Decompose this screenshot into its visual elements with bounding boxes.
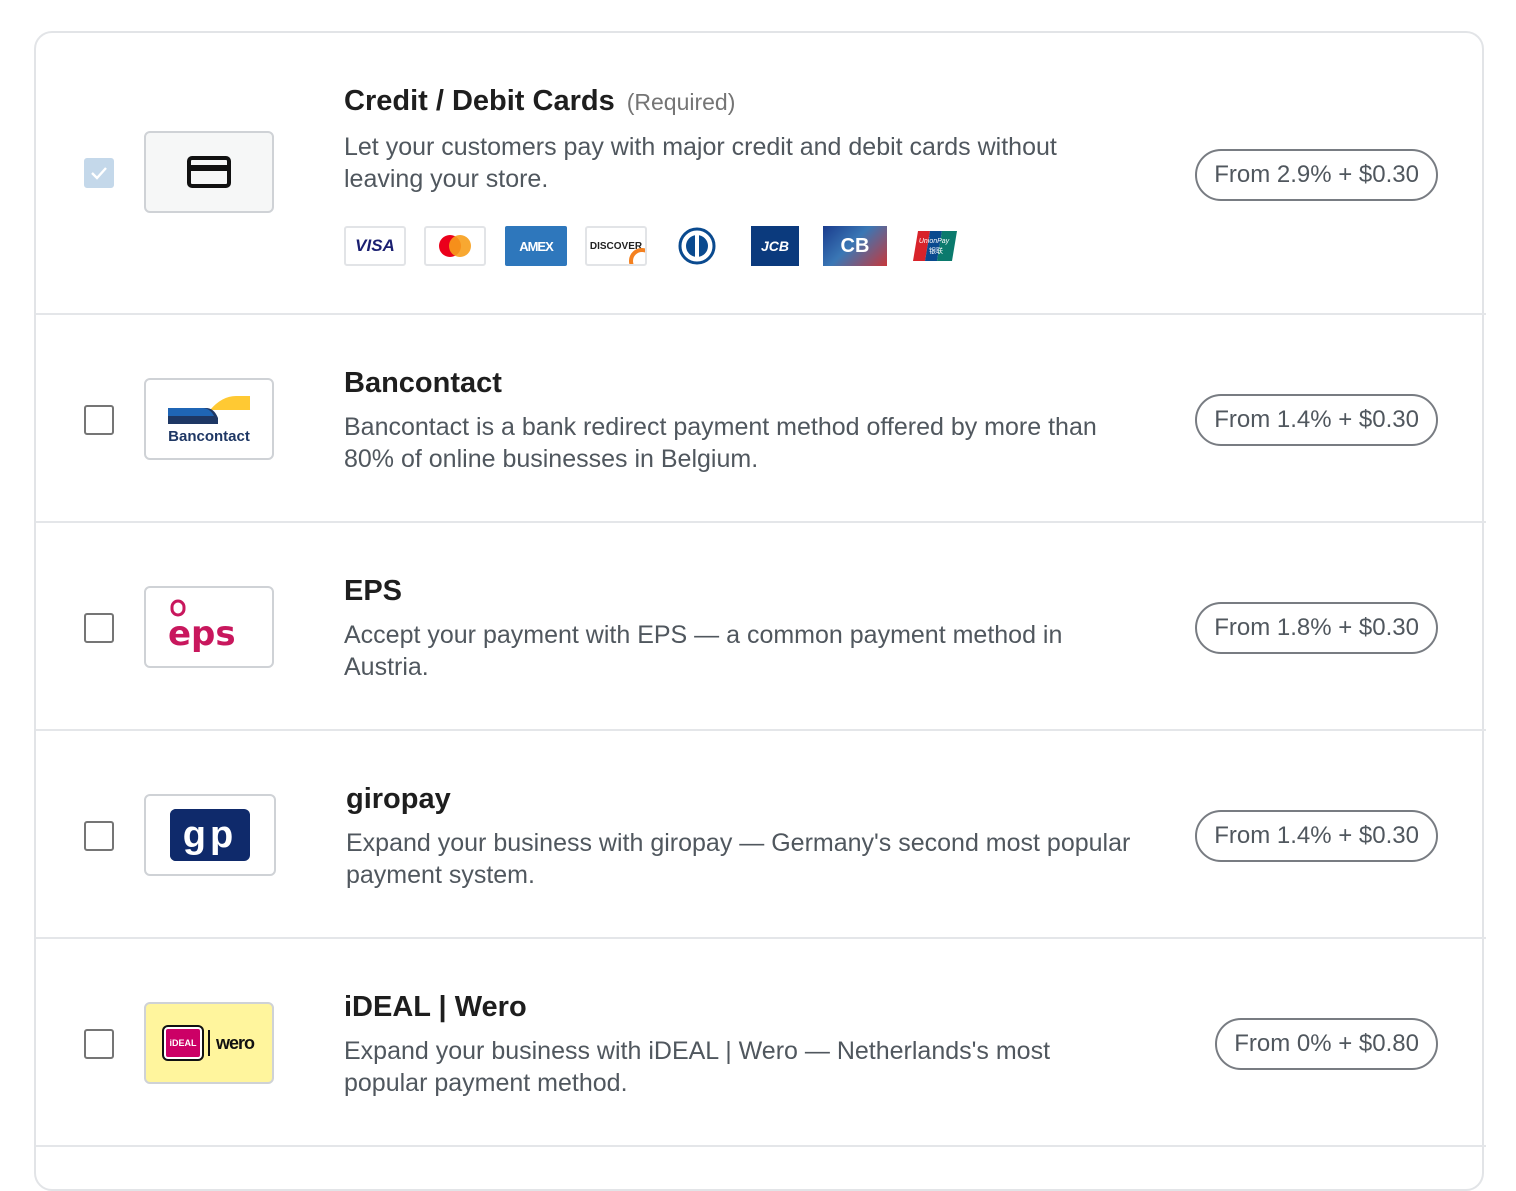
card-title: Credit / Debit Cards (Required) bbox=[344, 85, 736, 117]
giropay-price-badge: From 1.4% + $0.30 bbox=[1195, 810, 1438, 862]
payment-method-eps-row: eps EPS Accept your payment with EPS — a… bbox=[36, 523, 1486, 731]
eps-lock-icon: eps bbox=[168, 599, 236, 654]
unionpay-text: UnionPay bbox=[919, 238, 950, 245]
bancontact-price-badge: From 1.4% + $0.30 bbox=[1195, 394, 1438, 446]
ideal-logo: iDEAL wero bbox=[144, 1002, 274, 1084]
visa-text: VISA bbox=[355, 236, 395, 255]
eps-title: EPS bbox=[344, 575, 403, 607]
bancontact-title: Bancontact bbox=[344, 367, 502, 399]
card-price-badge: From 2.9% + $0.30 bbox=[1195, 149, 1438, 201]
unionpay-cn-text: 银联 bbox=[929, 246, 943, 255]
ideal-description: Expand your business with iDEAL | Wero —… bbox=[344, 1037, 1051, 1097]
card-description: Let your customers pay with major credit… bbox=[344, 133, 1057, 193]
wero-logo-text: wero bbox=[215, 1032, 255, 1053]
giropay-title: giropay bbox=[346, 783, 451, 815]
eps-checkbox[interactable] bbox=[84, 613, 114, 643]
giropay-description: Expand your business with giropay — Germ… bbox=[346, 829, 1131, 889]
jcb-logo: JCB bbox=[751, 226, 799, 266]
jcb-text: JCB bbox=[760, 238, 789, 254]
ideal-checkbox[interactable] bbox=[84, 1029, 114, 1059]
bancontact-logo: Bancontact bbox=[144, 378, 274, 460]
discover-logo: DISCOVER bbox=[585, 226, 647, 266]
credit-card-icon bbox=[187, 156, 231, 188]
giropay-logo-text: gp bbox=[182, 813, 238, 856]
eps-logo-text: eps bbox=[168, 614, 236, 654]
ideal-logo-text: iDEAL bbox=[169, 1038, 197, 1048]
ideal-price-badge: From 0% + $0.80 bbox=[1215, 1018, 1438, 1070]
card-brands: VISA AMEX DISCOVER JCB CB UnionPay 银联 bbox=[344, 226, 984, 268]
bancontact-checkbox[interactable] bbox=[84, 405, 114, 435]
bancontact-logo-text: Bancontact bbox=[168, 427, 250, 445]
payment-method-card-row: Credit / Debit Cards (Required) Let your … bbox=[36, 33, 1486, 315]
required-tag: (Required) bbox=[626, 89, 736, 115]
cb-logo: CB bbox=[823, 226, 887, 266]
eps-description: Accept your payment with EPS — a common … bbox=[344, 621, 1063, 681]
checkmark-icon bbox=[91, 167, 107, 180]
cb-text: CB bbox=[840, 234, 870, 257]
bancontact-description: Bancontact is a bank redirect payment me… bbox=[344, 413, 1097, 473]
giropay-checkbox[interactable] bbox=[84, 821, 114, 851]
unionpay-logo: UnionPay 银联 bbox=[912, 226, 958, 266]
payment-methods-list: Credit / Debit Cards (Required) Let your … bbox=[34, 31, 1486, 1191]
payment-method-ideal-row: iDEAL wero iDEAL | Wero Expand your busi… bbox=[36, 939, 1486, 1147]
card-checkbox[interactable] bbox=[84, 158, 114, 188]
amex-text: AMEX bbox=[519, 238, 554, 254]
eps-price-badge: From 1.8% + $0.30 bbox=[1195, 602, 1438, 654]
visa-logo: VISA bbox=[344, 226, 406, 266]
payment-method-giropay-row: gp giropay Expand your business with gir… bbox=[36, 731, 1486, 939]
amex-logo: AMEX bbox=[505, 226, 567, 266]
diners-logo bbox=[666, 226, 728, 266]
ideal-title: iDEAL | Wero bbox=[344, 991, 527, 1023]
bancontact-waves-icon bbox=[168, 395, 250, 424]
mastercard-logo bbox=[424, 226, 486, 266]
payment-method-bancontact-row: Bancontact Bancontact Bancontact is a ba… bbox=[36, 315, 1486, 523]
card-logo bbox=[144, 131, 274, 213]
giropay-logo: gp bbox=[144, 794, 276, 876]
eps-logo: eps bbox=[144, 586, 274, 668]
